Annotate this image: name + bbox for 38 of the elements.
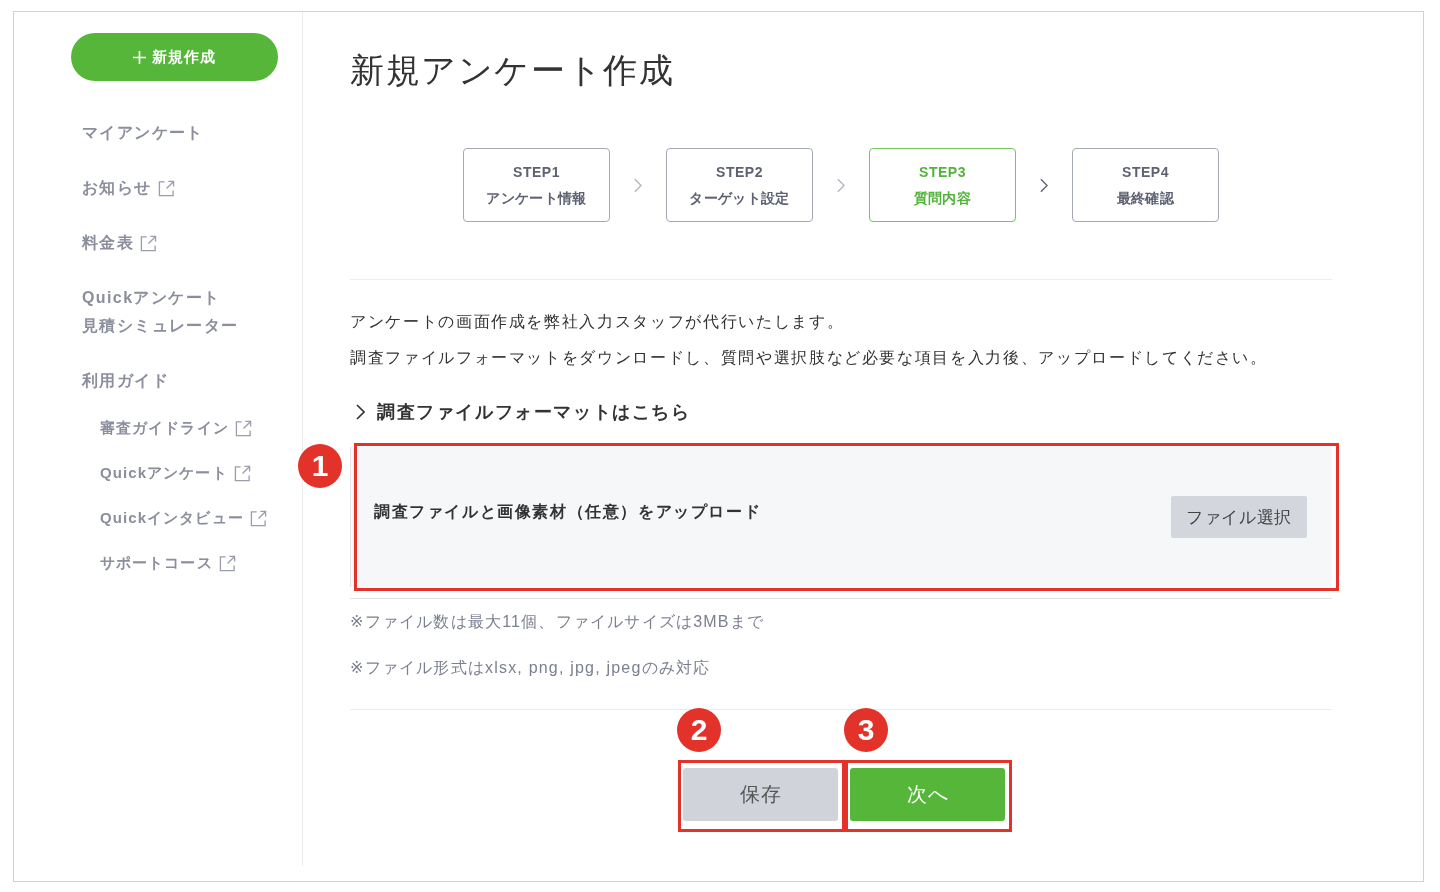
action-button[interactable]: 次へ <box>850 768 1005 821</box>
note-text: ※ファイル形式はxlsx, png, jpg, jpegのみ対応 <box>350 658 711 678</box>
external-link-icon <box>249 509 267 527</box>
step-indicator: STEP4 最終確認 <box>1072 148 1219 222</box>
chevron-right-icon <box>1040 177 1048 193</box>
chevron-right-icon <box>356 404 365 420</box>
step-indicator: STEP2 ターゲット設定 <box>666 148 813 222</box>
chevron-right-icon <box>837 177 845 193</box>
intro-text: アンケートの画面作成を弊社入力スタッフが代行いたします。 <box>350 312 845 332</box>
file-select-button[interactable]: ファイル選択 <box>1171 496 1307 538</box>
sidebar-link[interactable]: Quickインタビュー <box>100 506 267 530</box>
external-link-icon <box>233 464 251 482</box>
step-indicator: STEP3 質問内容 <box>869 148 1016 222</box>
sidebar-link[interactable]: サポートコース <box>100 551 236 575</box>
sidebar-link[interactable]: Quickアンケート 見積シミュレーター <box>82 284 239 340</box>
page-title: 新規アンケート作成 <box>350 50 675 91</box>
plus-icon <box>133 50 146 64</box>
new-survey-button[interactable]: 新規作成 <box>71 33 278 81</box>
format-link[interactable]: 調査ファイルフォーマットはこちら <box>350 398 691 426</box>
step-indicator: STEP1 アンケート情報 <box>463 148 610 222</box>
action-button[interactable]: 保存 <box>683 768 838 821</box>
external-link-icon <box>234 419 252 437</box>
callout-marker: 1 <box>298 444 342 488</box>
external-link-icon <box>140 234 158 252</box>
chevron-right-icon <box>634 177 642 193</box>
sidebar-link[interactable]: お知らせ <box>82 174 175 202</box>
note-text: ※ファイル数は最大11個、ファイルサイズは3MBまで <box>350 612 765 632</box>
sidebar-link[interactable]: 料金表 <box>82 229 158 257</box>
sidebar-link[interactable]: 審査ガイドライン <box>100 416 252 440</box>
sidebar-heading: 利用ガイド <box>82 371 169 391</box>
upload-label: 調査ファイルと画像素材（任意）をアップロード <box>374 501 762 522</box>
intro-text: 調査ファイルフォーマットをダウンロードし、質問や選択肢など必要な項目を入力後、アップロードしてください。 <box>350 348 1268 368</box>
external-link-icon <box>157 179 175 197</box>
callout-marker: 2 <box>677 708 721 752</box>
callout-marker: 3 <box>844 708 888 752</box>
sidebar-link[interactable]: マイアンケート <box>82 119 204 147</box>
external-link-icon <box>218 554 236 572</box>
sidebar-link[interactable]: Quickアンケート <box>100 461 251 485</box>
